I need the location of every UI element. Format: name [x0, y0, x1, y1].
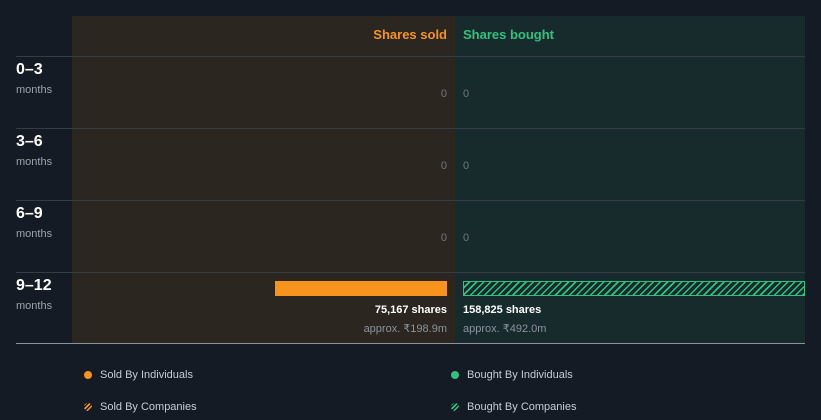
bought-value-label: 0	[463, 232, 470, 244]
period-unit: months	[16, 300, 53, 312]
row-divider	[16, 200, 805, 201]
row-divider	[16, 128, 805, 129]
shares-bought-header: Shares bought	[463, 27, 555, 42]
bought-value-label: 0	[463, 88, 470, 100]
sold-value-label: 0	[440, 232, 447, 244]
sold-approx-value: approx. ₹198.9m	[363, 323, 447, 335]
bought-value-label: 0	[463, 160, 470, 172]
row-label-1: 3–6 months	[16, 133, 52, 168]
row-label-0: 0–3 months	[16, 61, 52, 96]
bought-approx-value: approx. ₹492.0m	[463, 323, 547, 335]
legend-label: Sold By Individuals	[100, 369, 193, 381]
period-range: 9–12	[16, 277, 52, 294]
period-range: 0–3	[16, 61, 43, 78]
period-unit: months	[16, 228, 53, 240]
period-range: 6–9	[16, 205, 43, 222]
sold-value-label: 0	[440, 160, 447, 172]
sold-bar	[275, 281, 447, 296]
period-range: 3–6	[16, 133, 43, 150]
row-divider	[16, 272, 805, 273]
legend-item: Bought By Companies	[451, 401, 576, 413]
legend-label: Sold By Companies	[100, 401, 197, 413]
sold-value-label: 75,167 shares	[374, 304, 447, 316]
legend-hatch-icon	[451, 403, 459, 411]
sold-value-label: 0	[440, 88, 447, 100]
legend-item: Sold By Individuals	[84, 369, 193, 381]
chart-baseline	[16, 343, 805, 344]
legend-label: Bought By Companies	[467, 401, 577, 413]
row-label-3: 9–12 months	[16, 277, 52, 312]
legend-item: Bought By Individuals	[451, 369, 573, 381]
row-divider	[16, 56, 805, 57]
row-label-2: 6–9 months	[16, 205, 52, 240]
period-unit: months	[16, 84, 53, 96]
period-unit: months	[16, 156, 53, 168]
legend-item: Sold By Companies	[84, 401, 197, 413]
legend-dot-icon	[451, 371, 459, 379]
legend-dot-icon	[84, 371, 92, 379]
bought-value-label: 158,825 shares	[463, 304, 542, 316]
shares-sold-header: Shares sold	[373, 27, 447, 42]
legend-label: Bought By Individuals	[467, 369, 573, 381]
legend-hatch-icon	[84, 403, 92, 411]
bought-bar	[463, 281, 805, 296]
